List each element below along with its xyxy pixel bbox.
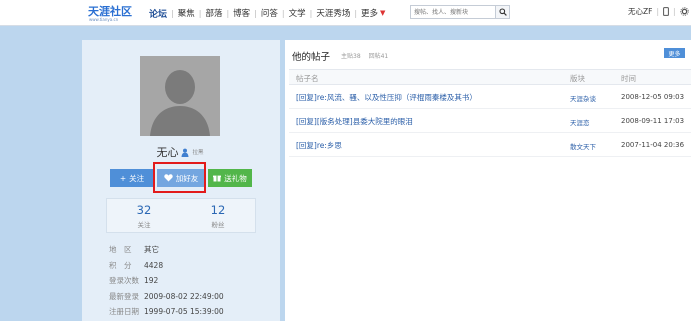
table-row: [回复][版务处理]县委大院里的眼泪 天涯恋 2008-09-11 17:03 [289, 109, 691, 133]
search-input[interactable] [411, 6, 495, 18]
following-count: 32 [136, 203, 152, 217]
top-navigation-bar: 天涯社区 www.tianya.cn 论坛 | 聚焦 | 部落 | 博客 | 问… [0, 0, 691, 26]
logo-url: www.tianya.cn [89, 17, 119, 22]
nav-divider: | [198, 8, 202, 18]
highlight-box [153, 162, 206, 193]
send-gift-label: 送礼物 [224, 173, 247, 183]
board-link[interactable]: 散文天下 [570, 141, 596, 151]
username-link[interactable]: 无心ZF [628, 6, 652, 17]
follow-stats: 32 关注 12 粉丝 [106, 198, 256, 233]
settings-icon[interactable] [679, 7, 689, 16]
nav-divider: | [171, 8, 174, 18]
nav-item-tribe[interactable]: 部落 [205, 7, 222, 19]
default-avatar-icon [140, 56, 220, 136]
post-time: 2008-09-11 17:03 [621, 116, 685, 125]
page-background [0, 26, 82, 321]
nav-item-more[interactable]: 更多 [361, 7, 378, 19]
post-title-link[interactable]: [回复][版务处理]县委大院里的眼泪 [296, 116, 413, 127]
posts-table-header: 帖子名 版块 时间 [289, 69, 691, 85]
search-icon [499, 8, 507, 16]
info-key: 注册日期 [109, 307, 139, 317]
user-area: 无心ZF | | [628, 6, 689, 17]
nav-divider: | [656, 7, 659, 16]
board-link[interactable]: 天涯恋 [570, 117, 590, 127]
col-header-board: 版块 [570, 74, 585, 83]
send-gift-button[interactable]: 送礼物 [208, 169, 252, 187]
followers-label: 粉丝 [211, 221, 225, 229]
search-button[interactable] [495, 6, 509, 18]
post-time: 2007-11-04 20:36 [621, 140, 685, 149]
nav-divider: | [281, 8, 285, 18]
profile-info-list: 地 区 其它 积 分 4428 登录次数 192 最新登录 2009-08-02… [109, 242, 279, 320]
info-row-last-login: 最新登录 2009-08-02 22:49:00 [109, 289, 279, 305]
info-value: 2009-08-02 22:49:00 [144, 291, 224, 301]
board-link[interactable]: 天涯杂谈 [570, 93, 596, 103]
nav-divider: | [309, 8, 313, 18]
table-row: [回复]re:乡思 散文天下 2007-11-04 20:36 [289, 133, 691, 157]
search-box [410, 5, 510, 19]
info-row-region: 地 区 其它 [109, 242, 279, 258]
posts-panel: 他的帖子 主贴38 回帖41 更多 帖子名 版块 时间 [回复]re:风流、骚、… [285, 40, 691, 321]
following-stat[interactable]: 32 关注 [107, 199, 181, 232]
main-post-count[interactable]: 主贴38 [341, 53, 361, 60]
info-row-login-count: 登录次数 192 [109, 273, 279, 289]
profile-username: 无心 [156, 146, 179, 159]
info-key: 地 区 [109, 245, 132, 255]
nav-item-blog[interactable]: 博客 [233, 7, 250, 19]
info-row-register-date: 注册日期 1999-07-05 15:39:00 [109, 304, 279, 320]
table-row: [回复]re:风流、骚、以及性压抑（评棍雨秦楼及其书） 天涯杂谈 2008-12… [289, 85, 691, 109]
reply-count[interactable]: 回帖41 [369, 53, 389, 60]
user-gender-icon [181, 148, 189, 157]
col-header-time: 时间 [621, 74, 636, 83]
nav-divider: | [354, 8, 358, 18]
plus-icon: + [119, 173, 127, 183]
info-key: 最新登录 [109, 291, 139, 301]
avatar[interactable] [140, 56, 220, 136]
mobile-icon[interactable] [663, 7, 669, 16]
nav-item-qa[interactable]: 问答 [261, 7, 278, 19]
gift-icon [213, 175, 222, 182]
info-value: 4428 [144, 260, 164, 270]
follow-label: 关注 [129, 173, 145, 183]
info-value: 1999-07-05 15:39:00 [144, 307, 224, 317]
main-nav: 论坛 | 聚焦 | 部落 | 博客 | 问答 | 文学 | 天涯秀场 | 更多 … [149, 6, 385, 20]
posts-title: 他的帖子 [292, 52, 331, 63]
block-link[interactable]: 拉黑 [192, 148, 203, 156]
nav-item-show[interactable]: 天涯秀场 [316, 7, 350, 19]
more-posts-button[interactable]: 更多 [664, 48, 685, 58]
post-title-link[interactable]: [回复]re:乡思 [296, 140, 342, 151]
info-key: 登录次数 [109, 276, 139, 286]
nav-divider: | [672, 7, 676, 16]
info-row-points: 积 分 4428 [109, 258, 279, 274]
posts-counts: 主贴38 回帖41 [341, 51, 394, 60]
nav-divider: | [254, 8, 257, 18]
chevron-down-icon[interactable]: ▼ [380, 9, 385, 17]
follow-button[interactable]: + 关注 [110, 169, 154, 187]
nav-item-focus[interactable]: 聚焦 [178, 7, 195, 19]
profile-sidebar: 无心 拉黑 + 关注 加好友 送礼物 32 关注 12 粉丝 地 区 其它 积 … [82, 40, 280, 321]
info-value: 其它 [144, 245, 159, 255]
info-key: 积 分 [109, 260, 132, 270]
followers-stat[interactable]: 12 粉丝 [181, 199, 255, 232]
site-logo[interactable]: 天涯社区 www.tianya.cn [88, 3, 146, 23]
nav-item-forum[interactable]: 论坛 [149, 7, 167, 20]
nav-item-literature[interactable]: 文学 [289, 7, 306, 19]
post-title-link[interactable]: [回复]re:风流、骚、以及性压抑（评棍雨秦楼及其书） [296, 92, 477, 103]
following-label: 关注 [137, 221, 151, 229]
followers-count: 12 [210, 203, 226, 217]
col-header-title: 帖子名 [296, 74, 319, 83]
nav-divider: | [226, 8, 230, 18]
info-value: 192 [144, 276, 159, 286]
profile-name-row: 无心 拉黑 [140, 144, 220, 160]
post-time: 2008-12-05 09:03 [621, 92, 685, 101]
